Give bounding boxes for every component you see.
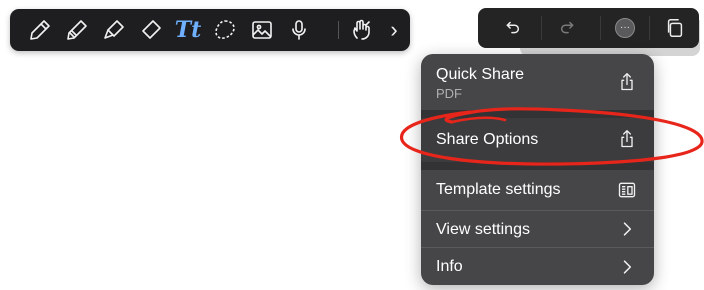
- microphone-icon[interactable]: [283, 14, 315, 46]
- drawing-toolbar: Tt ›: [10, 9, 410, 51]
- menu-item-label: Template settings: [436, 181, 561, 198]
- redo-icon[interactable]: [550, 8, 588, 48]
- eraser-icon[interactable]: [135, 14, 167, 46]
- menu-item-share-options[interactable]: Share Options: [421, 118, 654, 162]
- template-icon: [617, 180, 637, 200]
- more-button[interactable]: ···: [606, 8, 644, 48]
- chevron-right-icon[interactable]: ›: [378, 14, 410, 46]
- menu-item-label: Share Options: [436, 131, 539, 148]
- pen-icon[interactable]: [24, 14, 56, 46]
- menu-item-quick-share[interactable]: Quick Share PDF: [421, 54, 654, 110]
- menu-item-info[interactable]: Info: [421, 248, 654, 285]
- menu-item-label: View settings: [436, 221, 530, 238]
- actions-toolbar: ···: [478, 8, 699, 48]
- actions-divider: [541, 16, 542, 40]
- menu-item-sublabel: PDF: [436, 86, 462, 101]
- menu-item-label: Quick Share: [436, 66, 525, 83]
- menu-section-gap: [421, 110, 654, 118]
- highlighter-icon[interactable]: [98, 14, 130, 46]
- menu-section-gap: [421, 162, 654, 170]
- more-menu: Quick Share PDF Share Options Template s…: [421, 54, 654, 285]
- lasso-icon[interactable]: [209, 14, 241, 46]
- menu-item-label: Info: [436, 258, 463, 275]
- toolbar-divider: [338, 21, 339, 39]
- share-icon: [617, 72, 637, 92]
- hand-gesture-icon[interactable]: [346, 14, 378, 46]
- menu-item-template-settings[interactable]: Template settings: [421, 170, 654, 210]
- share-icon: [617, 129, 637, 149]
- actions-divider: [649, 16, 650, 40]
- chevron-right-icon: [617, 257, 637, 277]
- text-tool-icon[interactable]: Tt: [172, 14, 204, 46]
- menu-item-view-settings[interactable]: View settings: [421, 211, 654, 247]
- more-icon: ···: [615, 18, 635, 38]
- undo-icon[interactable]: [492, 8, 530, 48]
- pages-icon[interactable]: [656, 8, 694, 48]
- actions-divider: [600, 16, 601, 40]
- chevron-right-icon: [617, 219, 637, 239]
- image-icon[interactable]: [246, 14, 278, 46]
- pencil-icon[interactable]: [61, 14, 93, 46]
